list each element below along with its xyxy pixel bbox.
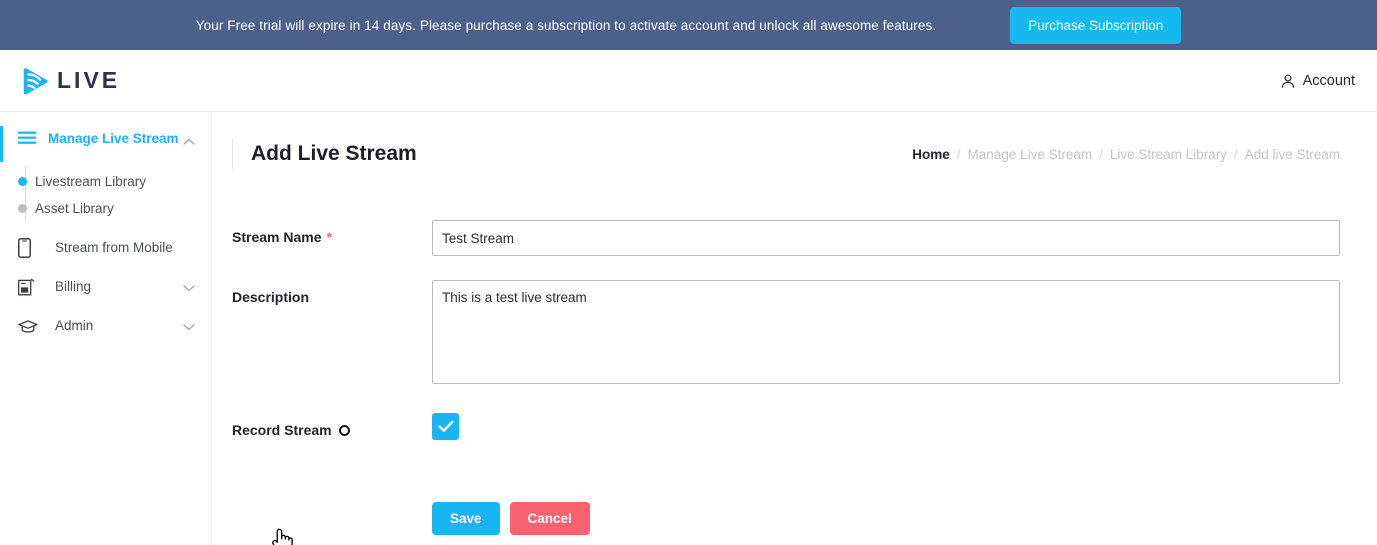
sidebar-group-manage-live-stream[interactable]: Manage Live Stream bbox=[0, 124, 211, 164]
breadcrumb-separator: / bbox=[1099, 146, 1103, 162]
hamburger-menu-icon bbox=[18, 131, 40, 145]
breadcrumb-item-home[interactable]: Home bbox=[912, 147, 950, 162]
sidebar-item-asset-library[interactable]: Asset Library bbox=[0, 195, 211, 222]
user-icon bbox=[1280, 73, 1296, 89]
page-header: Add Live Stream Home / Manage Live Strea… bbox=[212, 112, 1377, 174]
description-field-wrap bbox=[432, 280, 1340, 389]
title-divider bbox=[232, 139, 233, 169]
brand-name: LIVE bbox=[57, 67, 121, 93]
cancel-button[interactable]: Cancel bbox=[509, 502, 590, 535]
chevron-up-icon[interactable] bbox=[183, 133, 197, 151]
account-menu[interactable]: Account bbox=[1280, 73, 1355, 89]
main-content: Add Live Stream Home / Manage Live Strea… bbox=[212, 112, 1377, 545]
breadcrumb-item-add-live-stream: Add live Stream bbox=[1244, 146, 1340, 162]
description-label-text: Description bbox=[232, 289, 310, 305]
mobile-phone-icon bbox=[18, 238, 40, 258]
breadcrumb-separator: / bbox=[956, 146, 961, 162]
description-textarea[interactable] bbox=[432, 280, 1340, 384]
sidebar-item-stream-from-mobile[interactable]: Stream from Mobile bbox=[0, 228, 211, 267]
page-layout: Manage Live Stream Livestream Library As… bbox=[0, 112, 1377, 545]
sidebar-sub-label: Asset Library bbox=[35, 201, 114, 216]
record-stream-label: Record Stream bbox=[232, 413, 432, 438]
form-row-stream-name: Stream Name * bbox=[232, 220, 1340, 256]
sidebar-sub-label: Livestream Library bbox=[35, 174, 147, 189]
live-play-waves-logo-icon bbox=[20, 66, 50, 96]
chevron-down-icon[interactable] bbox=[183, 318, 197, 336]
save-button[interactable]: Save bbox=[432, 502, 500, 535]
page-title: Add Live Stream bbox=[251, 142, 417, 165]
stream-name-label: Stream Name * bbox=[232, 220, 432, 245]
trial-banner-message: Your Free trial will expire in 14 days. … bbox=[195, 17, 937, 33]
trial-banner: Your Free trial will expire in 14 days. … bbox=[0, 0, 1377, 50]
record-stream-checkbox[interactable] bbox=[432, 413, 459, 440]
record-stream-field-wrap bbox=[432, 413, 1340, 440]
breadcrumb-item-live-stream-library[interactable]: Live Stream Library bbox=[1110, 147, 1227, 162]
sidebar-item-label: Stream from Mobile bbox=[55, 239, 173, 255]
breadcrumb-separator: / bbox=[1233, 146, 1238, 162]
sidebar-item-label: Admin bbox=[55, 317, 94, 333]
stream-name-label-text: Stream Name bbox=[232, 229, 322, 245]
add-live-stream-form: Stream Name * Description Record Stream bbox=[212, 174, 1377, 545]
sidebar-sub-list: Livestream Library Asset Library bbox=[0, 164, 211, 228]
bullet-dot-icon bbox=[18, 204, 27, 213]
stream-name-field-wrap bbox=[432, 220, 1340, 256]
form-row-record-stream: Record Stream bbox=[232, 413, 1340, 440]
graduation-cap-icon bbox=[18, 319, 40, 334]
sidebar-item-label: Billing bbox=[55, 278, 92, 294]
pointing-hand-cursor bbox=[271, 528, 293, 545]
bullet-dot-icon bbox=[18, 177, 27, 186]
breadcrumb-item-manage-live-stream[interactable]: Manage Live Stream bbox=[968, 147, 1093, 162]
sidebar: Manage Live Stream Livestream Library As… bbox=[0, 112, 212, 545]
sidebar-item-admin[interactable]: Admin bbox=[0, 306, 211, 345]
description-label: Description bbox=[232, 280, 432, 305]
invoice-icon bbox=[18, 278, 40, 296]
purchase-subscription-button[interactable]: Purchase Subscription bbox=[1010, 6, 1182, 44]
info-circle-icon[interactable] bbox=[338, 424, 350, 436]
page-title-wrap: Add Live Stream bbox=[212, 139, 417, 169]
form-actions: Save Cancel bbox=[232, 502, 1340, 545]
sidebar-item-livestream-library[interactable]: Livestream Library bbox=[0, 168, 211, 195]
brand-logo[interactable]: LIVE bbox=[20, 66, 120, 96]
form-row-description: Description bbox=[232, 280, 1340, 389]
stream-name-input[interactable] bbox=[432, 220, 1340, 256]
required-marker: * bbox=[326, 229, 332, 245]
checkmark-icon bbox=[437, 420, 454, 433]
breadcrumb: Home / Manage Live Stream / Live Stream … bbox=[912, 147, 1340, 162]
app-header: LIVE Account bbox=[0, 50, 1377, 112]
chevron-down-icon[interactable] bbox=[183, 279, 197, 297]
sidebar-group-label: Manage Live Stream bbox=[48, 131, 179, 146]
account-label: Account bbox=[1302, 72, 1355, 89]
record-stream-label-text: Record Stream bbox=[232, 422, 332, 438]
sidebar-item-billing[interactable]: Billing bbox=[0, 267, 211, 306]
